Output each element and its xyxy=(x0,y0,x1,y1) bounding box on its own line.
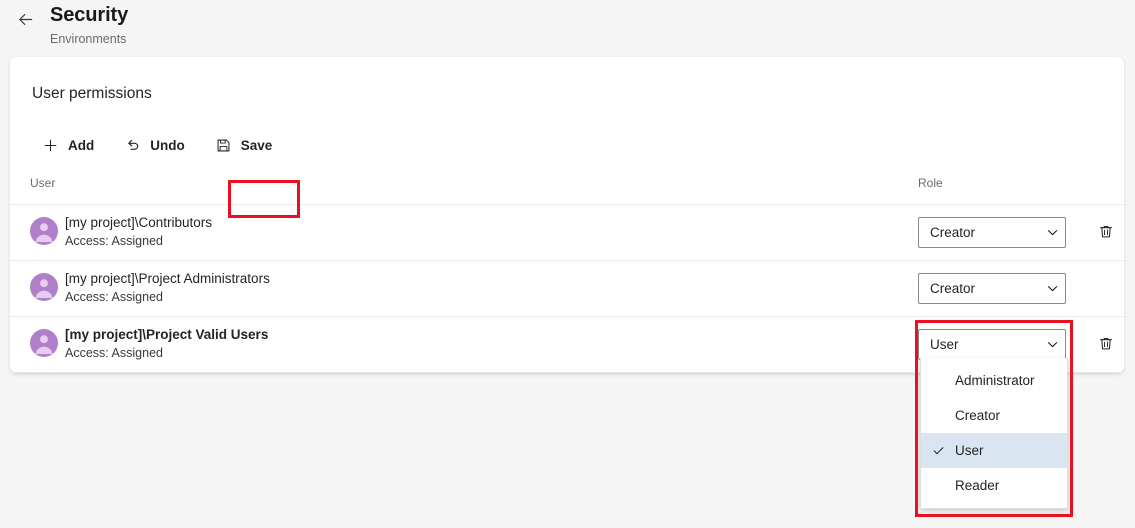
role-select-value: Creator xyxy=(930,281,976,296)
user-display-name: [my project]\Project Administrators xyxy=(65,271,270,286)
back-arrow-icon[interactable] xyxy=(14,8,36,30)
table-row: [my project]\Project Administrators Acce… xyxy=(10,261,1124,316)
save-button[interactable]: Save xyxy=(203,129,285,161)
role-dropdown-menu: Administrator Creator User Reader xyxy=(920,358,1068,509)
command-toolbar: Add Undo Save xyxy=(30,127,290,163)
card-title: User permissions xyxy=(32,85,152,102)
dropdown-option-label: Creator xyxy=(955,408,1001,423)
dropdown-option-label: User xyxy=(955,443,984,458)
delete-row-button-1[interactable] xyxy=(1094,220,1118,244)
group-avatar-icon xyxy=(30,329,58,357)
user-name-block: [my project]\Contributors Access: Assign… xyxy=(65,213,212,250)
role-select-value: Creator xyxy=(930,225,976,240)
page-subtitle: Environments xyxy=(50,32,127,46)
add-button[interactable]: Add xyxy=(30,129,106,161)
column-header-role: Role xyxy=(918,176,943,190)
add-button-label: Add xyxy=(68,137,95,153)
header-text-block: Security Environments xyxy=(50,3,128,47)
plus-icon xyxy=(42,137,59,154)
user-access-text: Access: Assigned xyxy=(65,346,163,360)
user-permissions-card: User permissions Add Undo Save User Role… xyxy=(10,57,1124,373)
dropdown-option-label: Reader xyxy=(955,478,1000,493)
role-select-row-2[interactable]: Creator xyxy=(918,273,1066,304)
save-floppy-icon xyxy=(215,137,232,154)
save-button-label: Save xyxy=(240,137,273,153)
user-display-name: [my project]\Project Valid Users xyxy=(65,327,269,342)
undo-button-label: Undo xyxy=(150,137,185,153)
chevron-down-icon xyxy=(1039,338,1065,351)
role-select-value: User xyxy=(930,337,959,352)
dropdown-option-administrator[interactable]: Administrator xyxy=(921,363,1067,398)
page-title: Security xyxy=(50,4,129,26)
group-avatar-icon xyxy=(30,217,58,245)
column-header-user: User xyxy=(30,176,56,190)
dropdown-option-user[interactable]: User xyxy=(921,433,1067,468)
user-name-block: [my project]\Project Administrators Acce… xyxy=(65,269,270,306)
user-name-block: [my project]\Project Valid Users Access:… xyxy=(65,325,268,362)
delete-row-button-3[interactable] xyxy=(1094,332,1118,356)
role-select-row-1[interactable]: Creator xyxy=(918,217,1066,248)
table-row: [my project]\Contributors Access: Assign… xyxy=(10,205,1124,260)
group-avatar-icon xyxy=(30,273,58,301)
undo-button[interactable]: Undo xyxy=(112,129,197,161)
user-access-text: Access: Assigned xyxy=(65,234,163,248)
dropdown-option-label: Administrator xyxy=(955,373,1035,388)
chevron-down-icon xyxy=(1039,226,1065,239)
dropdown-option-creator[interactable]: Creator xyxy=(921,398,1067,433)
user-access-text: Access: Assigned xyxy=(65,290,163,304)
chevron-down-icon xyxy=(1039,282,1065,295)
checkmark-icon xyxy=(921,444,955,457)
undo-icon xyxy=(124,137,141,154)
role-select-row-3[interactable]: User xyxy=(918,329,1066,360)
page-header: Security Environments xyxy=(0,0,1135,57)
dropdown-option-reader[interactable]: Reader xyxy=(921,468,1067,503)
user-display-name: [my project]\Contributors xyxy=(65,215,213,230)
